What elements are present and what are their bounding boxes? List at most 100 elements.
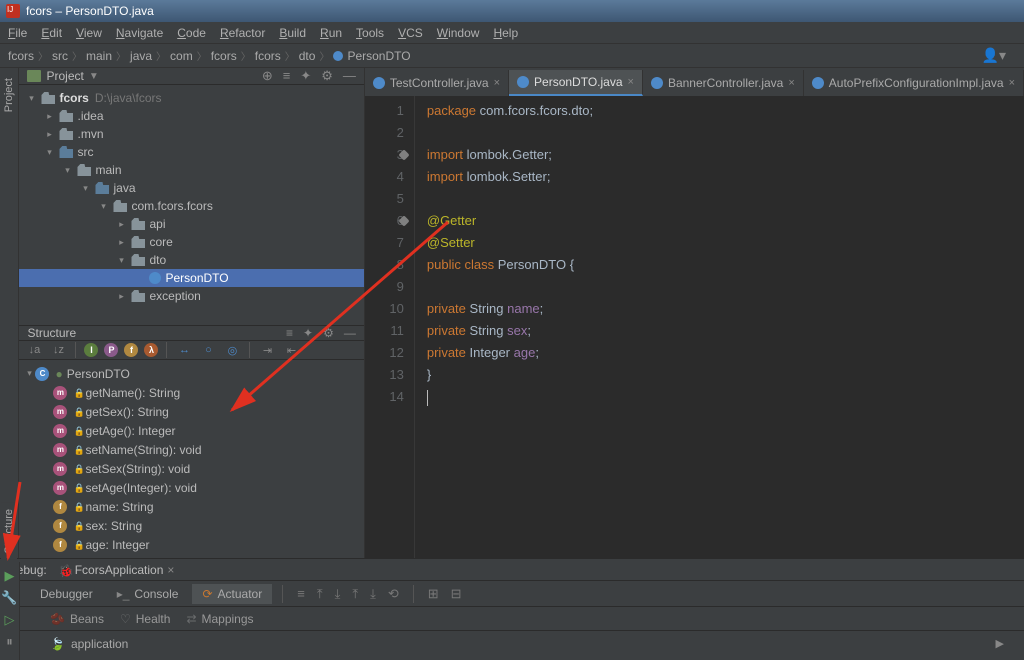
code-line[interactable]: @Setter: [427, 232, 1024, 254]
crumb-src[interactable]: src: [52, 48, 86, 63]
menu-build[interactable]: Build: [279, 26, 306, 40]
code-line[interactable]: private String name;: [427, 298, 1024, 320]
debug-stop-icon[interactable]: 🔧: [1, 590, 17, 606]
structure-class-node[interactable]: ▾ C ● PersonDTO: [19, 364, 363, 383]
debug-tool-icon[interactable]: ⊟: [447, 586, 466, 602]
close-icon[interactable]: ×: [788, 77, 794, 89]
line-number[interactable]: 12: [365, 342, 404, 364]
run-indicator-icon[interactable]: ▶: [996, 637, 1004, 650]
structure-member[interactable]: m🔒setName(String): void: [19, 440, 363, 459]
sort-alpha-icon[interactable]: ↓a: [25, 341, 43, 359]
crumb-java[interactable]: java: [130, 48, 170, 63]
debug-tool-icon[interactable]: ⊞: [424, 586, 443, 602]
show-interfaces-icon[interactable]: I: [84, 343, 98, 357]
crumb-fcors[interactable]: fcors: [211, 48, 255, 63]
editor-tab[interactable]: AutoPrefixConfigurationImpl.java×: [804, 70, 1024, 96]
code-line[interactable]: import lombok.Setter;: [427, 166, 1024, 188]
structure-member[interactable]: f🔒name: String: [19, 497, 363, 516]
show-nonpublic-icon[interactable]: ◎: [223, 341, 241, 359]
debug-tab-actuator[interactable]: ⟳Actuator: [192, 584, 272, 604]
tree-node-core[interactable]: ▸core: [19, 233, 363, 251]
code-editor[interactable]: 1234567891011121314 package com.fcors.fc…: [365, 96, 1024, 558]
structure-member[interactable]: m🔒setAge(Integer): void: [19, 478, 363, 497]
code-content[interactable]: package com.fcors.fcors.dto; import lombo…: [415, 96, 1024, 558]
line-number[interactable]: 10: [365, 298, 404, 320]
line-number[interactable]: 11: [365, 320, 404, 342]
crumb-persondto[interactable]: PersonDTO: [333, 49, 418, 63]
project-tool-tab[interactable]: Project: [1, 74, 17, 116]
line-number[interactable]: 9: [365, 276, 404, 298]
locate-icon[interactable]: ⊕: [262, 68, 273, 84]
debug-tool-icon[interactable]: ⤒: [313, 586, 327, 602]
actuator-subtab-mappings[interactable]: ⇄Mappings: [186, 612, 253, 626]
menu-run[interactable]: Run: [320, 26, 342, 40]
structure-member[interactable]: m🔒getAge(): Integer: [19, 421, 363, 440]
debug-tool-icon[interactable]: ≡: [293, 586, 309, 601]
debug-tool-icon[interactable]: ⤓: [366, 586, 380, 602]
autoscroll-from-icon[interactable]: ⇤: [282, 341, 300, 359]
line-gutter[interactable]: 1234567891011121314: [365, 96, 415, 558]
menu-tools[interactable]: Tools: [356, 26, 384, 40]
code-line[interactable]: package com.fcors.fcors.dto;: [427, 100, 1024, 122]
debug-rerun-icon[interactable]: ▶: [5, 568, 15, 584]
crumb-main[interactable]: main: [86, 48, 130, 63]
crumb-dto[interactable]: dto: [299, 48, 334, 63]
code-line[interactable]: public class PersonDTO {: [427, 254, 1024, 276]
debug-config[interactable]: 🐞 FcorsApplication ×: [59, 563, 175, 577]
show-fields-icon[interactable]: f: [124, 343, 138, 357]
debug-tab-debugger[interactable]: Debugger: [30, 584, 103, 604]
line-number[interactable]: 14: [365, 386, 404, 408]
debug-tab-console[interactable]: ▸_Console: [107, 584, 189, 604]
close-icon[interactable]: ×: [1009, 77, 1015, 89]
tree-node-persondto[interactable]: PersonDTO: [19, 269, 363, 287]
debug-tool-icon[interactable]: ⤓: [331, 586, 345, 602]
autoscroll-source-icon[interactable]: ⇥: [258, 341, 276, 359]
expand-icon[interactable]: ≡: [286, 326, 293, 340]
editor-tab[interactable]: PersonDTO.java×: [509, 70, 643, 96]
structure-member[interactable]: m🔒getName(): String: [19, 383, 363, 402]
application-node[interactable]: 🍃 application: [50, 637, 128, 651]
crumb-fcors[interactable]: fcors: [8, 48, 52, 63]
tree-node-src[interactable]: ▾src: [19, 143, 363, 161]
gear-icon[interactable]: ⚙: [323, 326, 334, 340]
show-inherited-icon[interactable]: ↔: [175, 341, 193, 359]
menu-file[interactable]: File: [8, 26, 27, 40]
debug-tool-icon[interactable]: ⤒: [348, 586, 362, 602]
show-lambdas-icon[interactable]: λ: [144, 343, 158, 357]
line-number[interactable]: 7: [365, 232, 404, 254]
crumb-com[interactable]: com: [170, 48, 211, 63]
structure-member[interactable]: f🔒age: Integer: [19, 535, 363, 554]
line-number[interactable]: 1: [365, 100, 404, 122]
hide-icon[interactable]: —: [344, 326, 356, 340]
tree-node--mvn[interactable]: ▸.mvn: [19, 125, 363, 143]
code-line[interactable]: [427, 276, 1024, 298]
line-number[interactable]: 6: [365, 210, 404, 232]
sort-visibility-icon[interactable]: ↓z: [49, 341, 67, 359]
line-number[interactable]: 2: [365, 122, 404, 144]
structure-tree[interactable]: ▾ C ● PersonDTO m🔒getName(): Stringm🔒get…: [19, 360, 363, 558]
menu-window[interactable]: Window: [437, 26, 480, 40]
editor-tab[interactable]: TestController.java×: [365, 70, 509, 96]
crumb-fcors[interactable]: fcors: [255, 48, 299, 63]
project-root[interactable]: ▾ fcors D:\java\fcors: [19, 89, 363, 107]
hide-icon[interactable]: —: [343, 68, 356, 84]
structure-member[interactable]: m🔒getSex(): String: [19, 402, 363, 421]
menu-edit[interactable]: Edit: [41, 26, 62, 40]
line-number[interactable]: 13: [365, 364, 404, 386]
line-number[interactable]: 5: [365, 188, 404, 210]
tree-node-java[interactable]: ▾java: [19, 179, 363, 197]
code-line[interactable]: [427, 122, 1024, 144]
tree-node-dto[interactable]: ▾dto: [19, 251, 363, 269]
menu-refactor[interactable]: Refactor: [220, 26, 265, 40]
menu-navigate[interactable]: Navigate: [116, 26, 163, 40]
code-line[interactable]: [427, 386, 1024, 408]
debug-tool-icon[interactable]: ⟲: [384, 586, 403, 602]
debug-resume-icon[interactable]: ▷: [5, 612, 15, 628]
actuator-subtab-health[interactable]: ♡Health: [120, 612, 170, 626]
show-properties-icon[interactable]: P: [104, 343, 118, 357]
menu-view[interactable]: View: [76, 26, 102, 40]
actuator-subtab-beans[interactable]: 🫘Beans: [50, 612, 104, 626]
line-number[interactable]: 3: [365, 144, 404, 166]
debug-pause-icon[interactable]: ⏸: [6, 634, 13, 650]
code-line[interactable]: [427, 188, 1024, 210]
